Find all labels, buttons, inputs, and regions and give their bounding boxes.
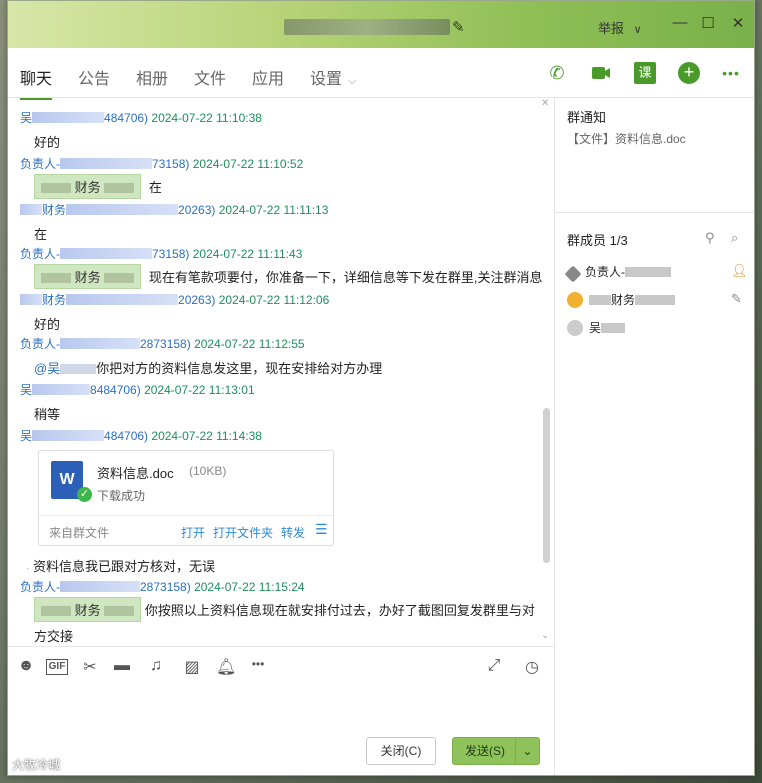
message-text: 财务 在 [34, 174, 162, 199]
add-member-icon[interactable]: ⚲ [705, 230, 715, 246]
more-icon[interactable]: ••• [248, 657, 268, 671]
title-bar: ✎ 举报 ∨ — ☐ ✕ [8, 1, 754, 48]
tab-chat[interactable]: 聊天 [20, 65, 53, 100]
message-text: 方交接 [34, 629, 74, 644]
pencil-icon[interactable]: ✎ [731, 291, 742, 307]
minimize-button[interactable]: — [670, 14, 690, 31]
file-source: 来自群文件 [49, 526, 110, 540]
message-header: 财务 20263) 2024-07-22 11:11:13 [20, 201, 328, 218]
forward-link[interactable]: 转发 [281, 524, 305, 541]
phone-icon[interactable]: ✆ [546, 62, 568, 84]
message-header: 负责人- 73158) 2024-07-22 11:11:43 [20, 247, 303, 261]
message-header: 吴 8484706) 2024-07-22 11:13:01 [20, 383, 255, 397]
close-window-button[interactable]: ✕ [728, 14, 748, 32]
music-icon[interactable]: ♫ [146, 657, 166, 675]
scissors-icon[interactable]: ✂ [80, 657, 100, 677]
group-name-blurred [284, 19, 450, 35]
tab-bar: 聊天 公告 相册 文件 应用 设置 ⌵ ✆ 课 + ••• [8, 48, 754, 100]
gif-icon[interactable]: GIF [46, 659, 68, 675]
tab-album[interactable]: 相册 [136, 65, 168, 89]
watermark: 大牧冷城 [12, 758, 61, 772]
group-notice-title: 群通知 [567, 110, 607, 125]
emoji-icon[interactable]: ☻ [16, 657, 36, 675]
chevron-down-icon[interactable]: ⌄ [515, 738, 539, 764]
member-item[interactable]: 负责人- [564, 263, 671, 283]
pencil-icon[interactable]: ✎ [452, 18, 465, 36]
search-icon[interactable]: ⌕ [731, 230, 738, 246]
composer-toolbar: ☻ GIF ✂ ▬ ♫ ▨ 🔔︎ ••• ⤢ ◷ [8, 646, 554, 684]
file-size: (10KB) [189, 464, 227, 478]
message-text: · 资料信息我已跟对方核对，无误 [26, 559, 215, 574]
close-button[interactable]: 关闭(C) [366, 737, 436, 765]
message-text: 好的 [34, 317, 61, 332]
history-clock-icon[interactable]: ◷ [522, 657, 542, 677]
download-status: 下载成功 [97, 489, 146, 503]
message-header: 负责人- 2873158) 2024-07-22 11:15:24 [20, 580, 305, 594]
add-icon[interactable]: + [678, 62, 700, 84]
bell-icon[interactable]: 🔔︎ [216, 657, 236, 677]
open-folder-link[interactable]: 打开文件夹 [213, 524, 273, 541]
message-input[interactable] [8, 684, 554, 732]
tab-files[interactable]: 文件 [194, 65, 226, 89]
avatar [564, 265, 582, 283]
members-title: 群成员 1/3 [567, 233, 628, 248]
report-button[interactable]: 举报 ∨ [598, 18, 642, 37]
tab-settings[interactable]: 设置 ⌵ [310, 65, 356, 89]
file-message-card[interactable]: W ✓ 资料信息.doc (10KB) 下载成功 来自群文件 打开 打开文件夹 … [38, 450, 334, 546]
tab-apps[interactable]: 应用 [252, 65, 284, 89]
message-text: @吴 你把对方的资料信息发这里，现在安排给对方办理 [34, 361, 383, 376]
owner-icon: 👤︎ [731, 263, 748, 278]
message-text: 稍等 [34, 407, 61, 422]
menu-icon[interactable]: ☰ [315, 521, 328, 538]
avatar [567, 292, 583, 308]
message-text: 财务 你按照以上资料信息现在就安排付过去，办好了截图回复发群里与对 [34, 597, 535, 622]
group-notice-item[interactable]: 【文件】资料信息.doc [567, 130, 686, 147]
message-text: 在 [34, 227, 48, 242]
member-item[interactable]: 吴 [567, 319, 626, 336]
message-header: 负责人- 2873158) 2024-07-22 11:12:55 [20, 337, 305, 351]
image-icon[interactable]: ▨ [182, 657, 202, 677]
expand-icon[interactable]: ⤢ [484, 657, 504, 675]
avatar [567, 320, 583, 336]
folder-icon[interactable]: ▬ [112, 657, 132, 675]
video-icon[interactable] [590, 62, 612, 84]
send-button[interactable]: 发送(S) ⌄ [452, 737, 540, 765]
file-name: 资料信息.doc [97, 466, 174, 481]
scroll-down-icon[interactable]: ⌄ [541, 630, 549, 641]
class-icon[interactable]: 课 [634, 62, 656, 84]
chat-window: ✎ 举报 ∨ — ☐ ✕ 聊天 公告 相册 文件 应用 设置 ⌵ ✆ 课 + ••… [7, 0, 755, 776]
message-list[interactable]: ✕ 吴 484706) 2024-07-22 11:10:38 好的 负责人- 73… [8, 98, 554, 644]
mention-tag: 财务 [34, 174, 142, 199]
member-item[interactable]: 财务 [567, 291, 676, 308]
mention-tag: 财务 [34, 597, 142, 622]
chevron-down-icon: ⌵ [348, 75, 357, 87]
message-header: 负责人- 73158) 2024-07-22 11:10:52 [20, 157, 304, 171]
open-file-link[interactable]: 打开 [181, 524, 205, 541]
scrollbar[interactable] [543, 408, 550, 563]
message-header: 吴 484706) 2024-07-22 11:14:38 [20, 429, 262, 443]
message-header: 财务 20263) 2024-07-22 11:12:06 [20, 291, 329, 308]
message-text: 好的 [34, 135, 61, 150]
check-icon: ✓ [77, 487, 92, 502]
tab-announcement[interactable]: 公告 [78, 65, 110, 89]
message-header: 吴 484706) 2024-07-22 11:10:38 [20, 111, 262, 125]
scroll-up-icon[interactable]: ✕ [541, 98, 549, 109]
maximize-button[interactable]: ☐ [698, 14, 718, 32]
more-icon[interactable]: ••• [720, 62, 742, 84]
message-text: 财务 现在有笔款项要付，你准备一下，详细信息等下发在群里,关注群消息 [34, 264, 543, 289]
group-sidebar: 群通知 【文件】资料信息.doc 群成员 1/3 ⚲ ⌕ 负责人- 👤︎ 财务 … [554, 98, 754, 775]
mention-tag: 财务 [34, 264, 142, 289]
